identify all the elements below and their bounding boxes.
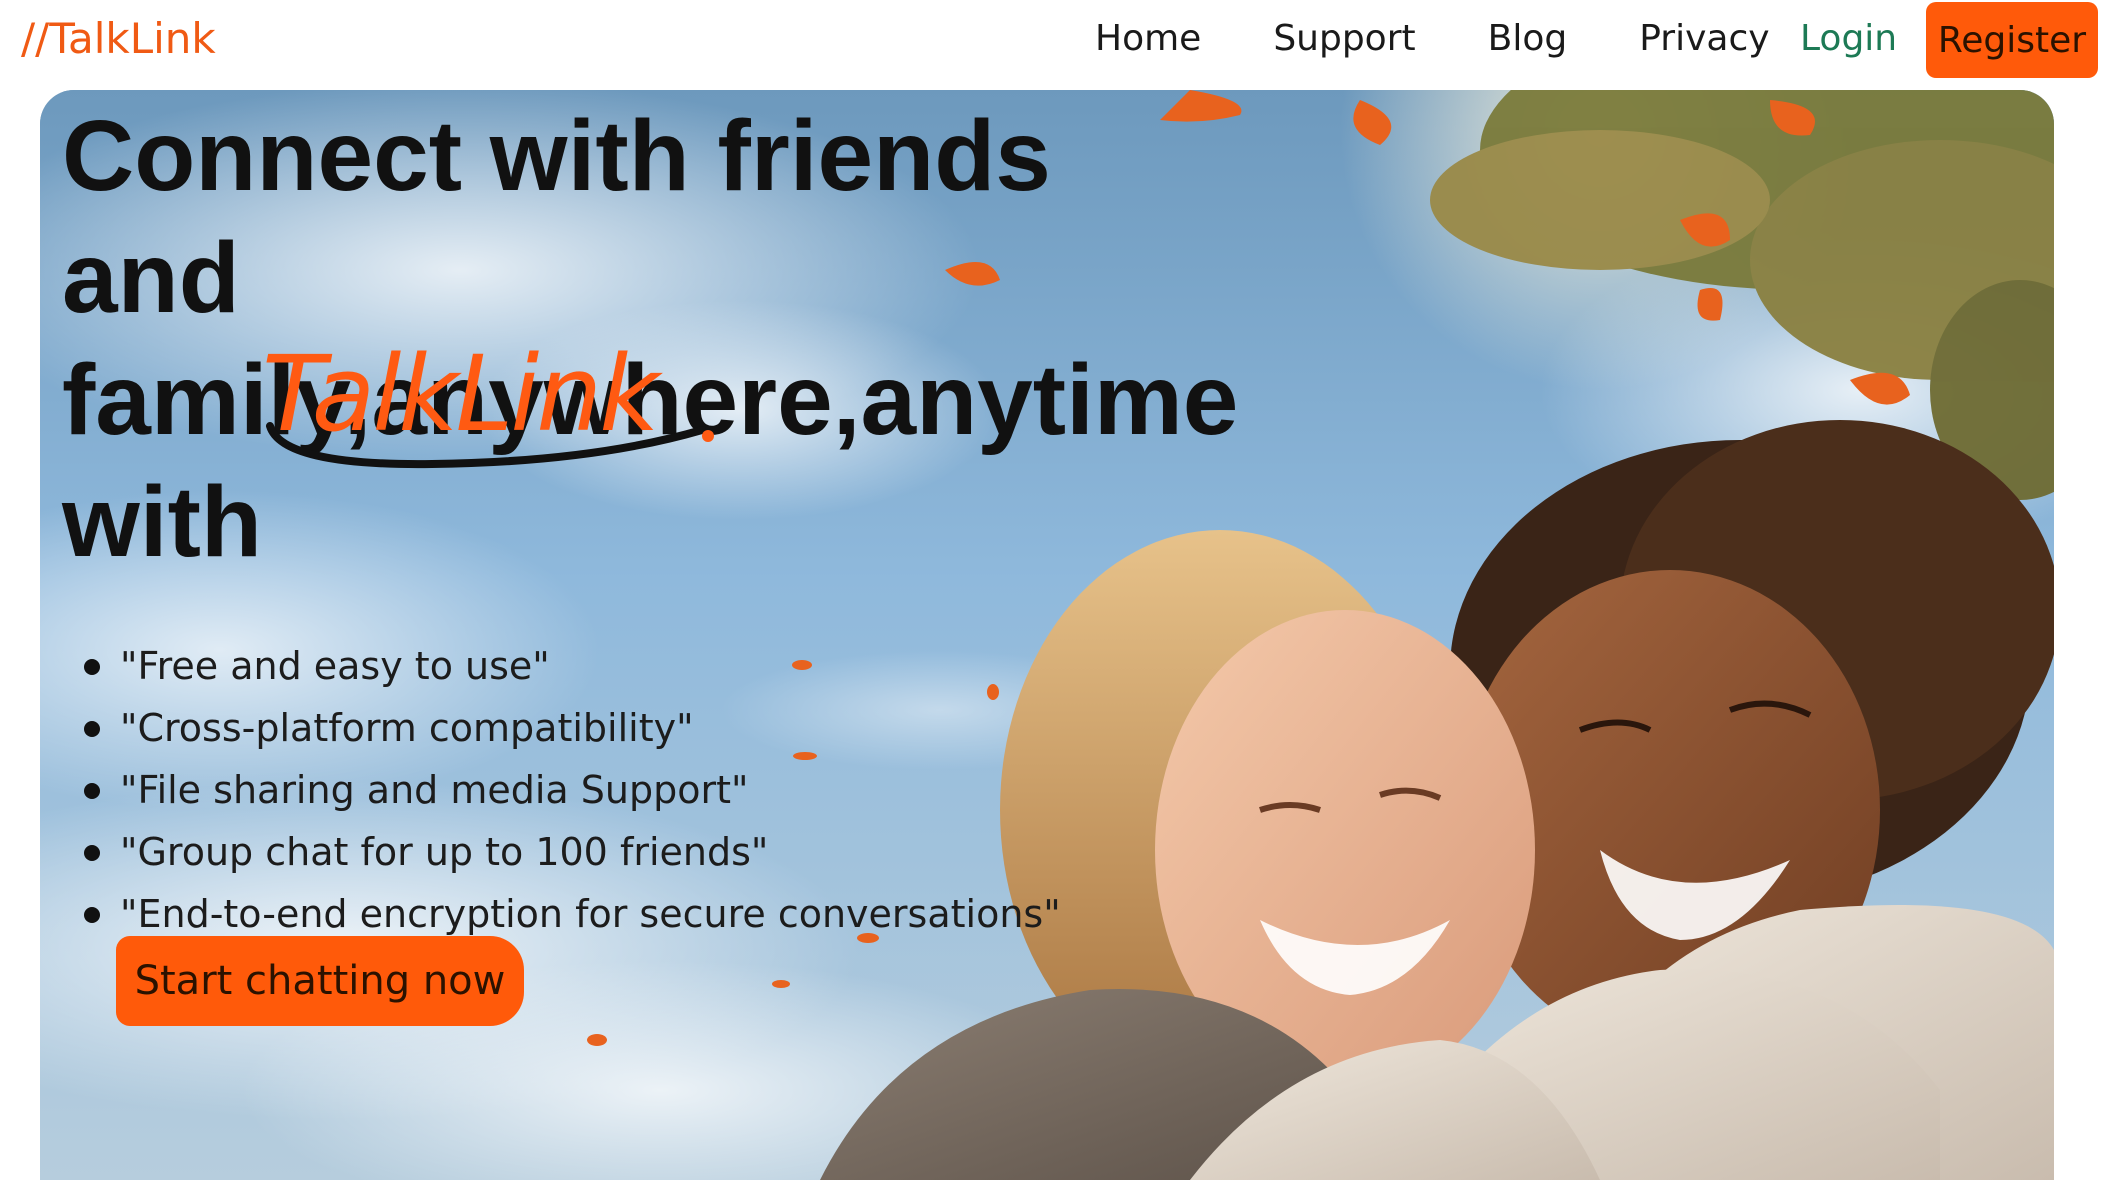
feature-text: "Free and easy to use" — [120, 644, 550, 688]
top-navbar: //TalkLink Home Support Blog Privacy Log… — [0, 0, 2103, 90]
nav-links: Home Support Blog Privacy — [1095, 18, 1770, 59]
headline-line-3: with — [62, 466, 262, 578]
login-link[interactable]: Login — [1800, 18, 1897, 59]
feature-text: "Group chat for up to 100 friends" — [120, 830, 769, 874]
brand-logo[interactable]: //TalkLink — [21, 14, 216, 63]
bullet-icon — [84, 907, 100, 923]
feature-item: "File sharing and media Support" — [80, 759, 1061, 821]
feature-list: "Free and easy to use" "Cross-platform c… — [80, 635, 1061, 945]
feature-text: "File sharing and media Support" — [120, 768, 749, 812]
feature-item: "Cross-platform compatibility" — [80, 697, 1061, 759]
feature-text: "End-to-end encryption for secure conver… — [120, 892, 1061, 936]
register-button[interactable]: Register — [1926, 2, 2098, 78]
nav-link-privacy[interactable]: Privacy — [1639, 18, 1769, 59]
headline-line-1: Connect with friends and — [62, 100, 1051, 334]
bullet-icon — [84, 845, 100, 861]
brand-swoosh-icon — [266, 422, 714, 469]
brand-script-logo: TalkLink — [262, 334, 772, 474]
nav-link-blog[interactable]: Blog — [1488, 18, 1568, 59]
feature-item: "Free and easy to use" — [80, 635, 1061, 697]
hero-section: Connect with friends and family,anywhere… — [40, 90, 2054, 1180]
bullet-icon — [84, 721, 100, 737]
bullet-icon — [84, 783, 100, 799]
feature-text: "Cross-platform compatibility" — [120, 706, 694, 750]
nav-link-home[interactable]: Home — [1095, 18, 1201, 59]
nav-link-support[interactable]: Support — [1273, 18, 1415, 59]
start-chatting-button[interactable]: Start chatting now — [116, 936, 524, 1026]
feature-item: "Group chat for up to 100 friends" — [80, 821, 1061, 883]
bullet-icon — [84, 659, 100, 675]
